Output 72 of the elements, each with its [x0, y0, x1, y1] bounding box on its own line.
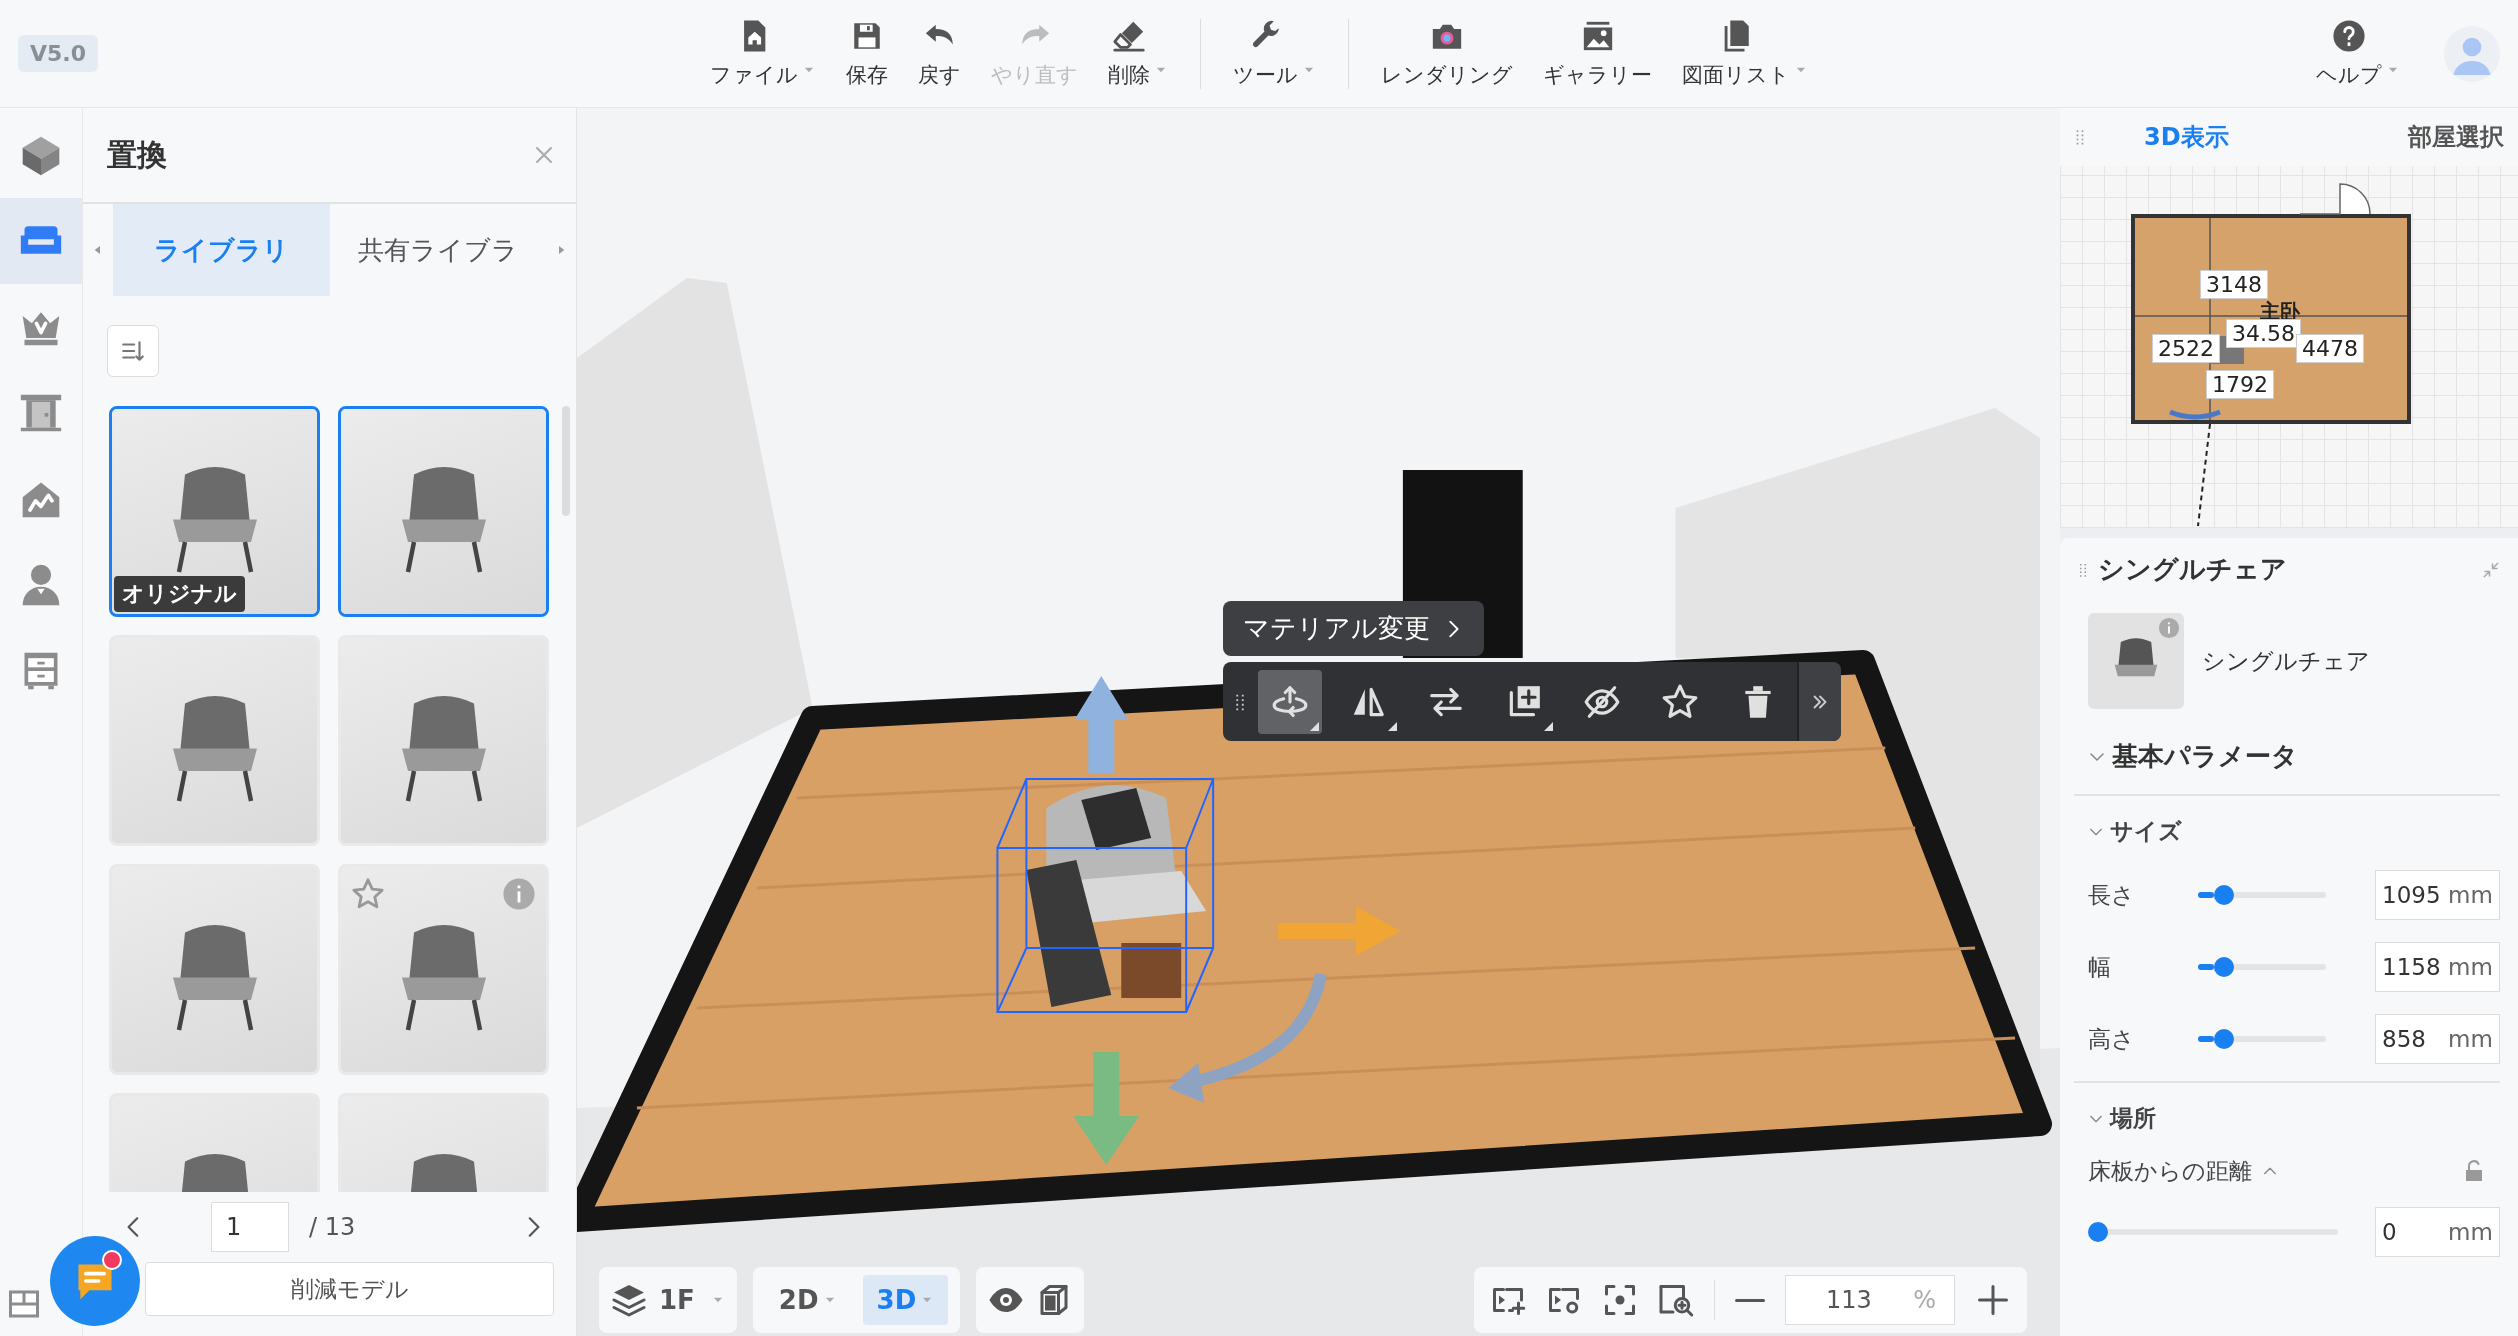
info-icon: [2158, 617, 2180, 639]
help-button[interactable]: ヘルプ: [2308, 18, 2408, 89]
help-icon: [2332, 18, 2366, 53]
version-badge: V5.0: [18, 35, 98, 72]
zoom-search-icon: [1658, 1282, 1694, 1318]
armchair-model[interactable]: [996, 778, 1215, 1013]
sort-button[interactable]: [107, 325, 159, 377]
star-icon: [1661, 682, 1699, 721]
toolbar-button[interactable]: ツール: [1225, 18, 1324, 89]
zoom-in-button[interactable]: [1975, 1282, 2011, 1318]
minus-icon: [1735, 1298, 1765, 1302]
focus-button[interactable]: [1602, 1282, 1638, 1318]
focus-icon: [1602, 1282, 1638, 1318]
star-icon: [351, 877, 385, 911]
size-input-field[interactable]: 858 mm: [2375, 1014, 2500, 1064]
slider[interactable]: [2198, 885, 2326, 905]
section-title[interactable]: サイズ: [2110, 816, 2182, 847]
toolbar-button[interactable]: ファイル: [702, 18, 824, 89]
zoom-out-button[interactable]: [1735, 1298, 1765, 1302]
slider[interactable]: [2198, 1029, 2326, 1049]
toolbar-button[interactable]: レンダリング: [1373, 18, 1521, 89]
page-total: / 13: [309, 1213, 356, 1241]
distance-input-field[interactable]: 0 mm: [2375, 1207, 2500, 1257]
sidebar-item[interactable]: [0, 198, 82, 284]
dimension-label[interactable]: 1792: [2206, 370, 2274, 399]
tab[interactable]: 部屋選択: [2398, 121, 2514, 153]
slider-thumb[interactable]: [2088, 1222, 2108, 1242]
plus-icon: [1975, 1282, 2011, 1318]
collapse-icon: [2482, 560, 2500, 579]
scrollbar[interactable]: [562, 406, 570, 516]
size-input-field[interactable]: 1095 mm: [2375, 870, 2500, 920]
zoom-field[interactable]: 113 %: [1785, 1275, 1955, 1325]
model-card[interactable]: オリジナル: [109, 406, 320, 617]
field-label: 床板からの距離: [2088, 1156, 2252, 1186]
tab[interactable]: 共有ライブラ: [329, 204, 546, 296]
section-title[interactable]: 基本パラメータ: [2112, 739, 2298, 774]
sort-icon: [120, 338, 146, 364]
reduce-model-button[interactable]: 削減モデル: [145, 1262, 554, 1316]
section-title[interactable]: 場所: [2110, 1103, 2156, 1134]
tool-button[interactable]: [1258, 669, 1322, 734]
tab[interactable]: 3D表示: [2134, 121, 2239, 153]
slider-thumb[interactable]: [2214, 1029, 2235, 1049]
dimension-label[interactable]: 4478: [2296, 334, 2364, 363]
view-mode-button[interactable]: 2D: [764, 1275, 851, 1325]
floor-selector[interactable]: 1F: [599, 1267, 737, 1333]
toolbar-button[interactable]: 削除: [1100, 18, 1176, 89]
zoom-to-fit-button[interactable]: [1658, 1282, 1694, 1318]
original-badge: オリジナル: [114, 576, 245, 612]
field-label: 長さ: [2088, 880, 2136, 910]
dimension-label[interactable]: 3148: [2200, 270, 2268, 299]
toolbar-button[interactable]: 保存: [838, 18, 896, 89]
slider[interactable]: [2198, 957, 2326, 977]
info-icon: [502, 877, 536, 911]
slider[interactable]: [2088, 1222, 2338, 1242]
toolbar-button[interactable]: ギャラリー: [1535, 18, 1660, 89]
up-arrow[interactable]: [1074, 676, 1129, 773]
field-label: 幅: [2088, 952, 2112, 982]
panel-title: シングルチェア: [2098, 553, 2287, 586]
page-input-field[interactable]: 1: [211, 1202, 289, 1252]
panel-title: 置換: [107, 135, 167, 174]
model-name: シングルチェア: [2202, 646, 2370, 676]
material-change-button[interactable]: マテリアル変更: [1223, 601, 1484, 656]
field-label: 高さ: [2088, 1024, 2136, 1054]
size-input-field[interactable]: 1158 mm: [2375, 942, 2500, 992]
dimension-label[interactable]: 2522: [2152, 334, 2220, 363]
slider-thumb[interactable]: [2214, 957, 2235, 977]
toolbar-button[interactable]: 図面リスト: [1674, 18, 1816, 89]
expand-button[interactable]: [1797, 662, 1841, 741]
layers-icon: [611, 1282, 647, 1318]
slider-thumb[interactable]: [2214, 885, 2235, 905]
toolbar-button[interactable]: 戻す: [910, 18, 969, 89]
dimension-label[interactable]: 34.58: [2226, 319, 2301, 348]
